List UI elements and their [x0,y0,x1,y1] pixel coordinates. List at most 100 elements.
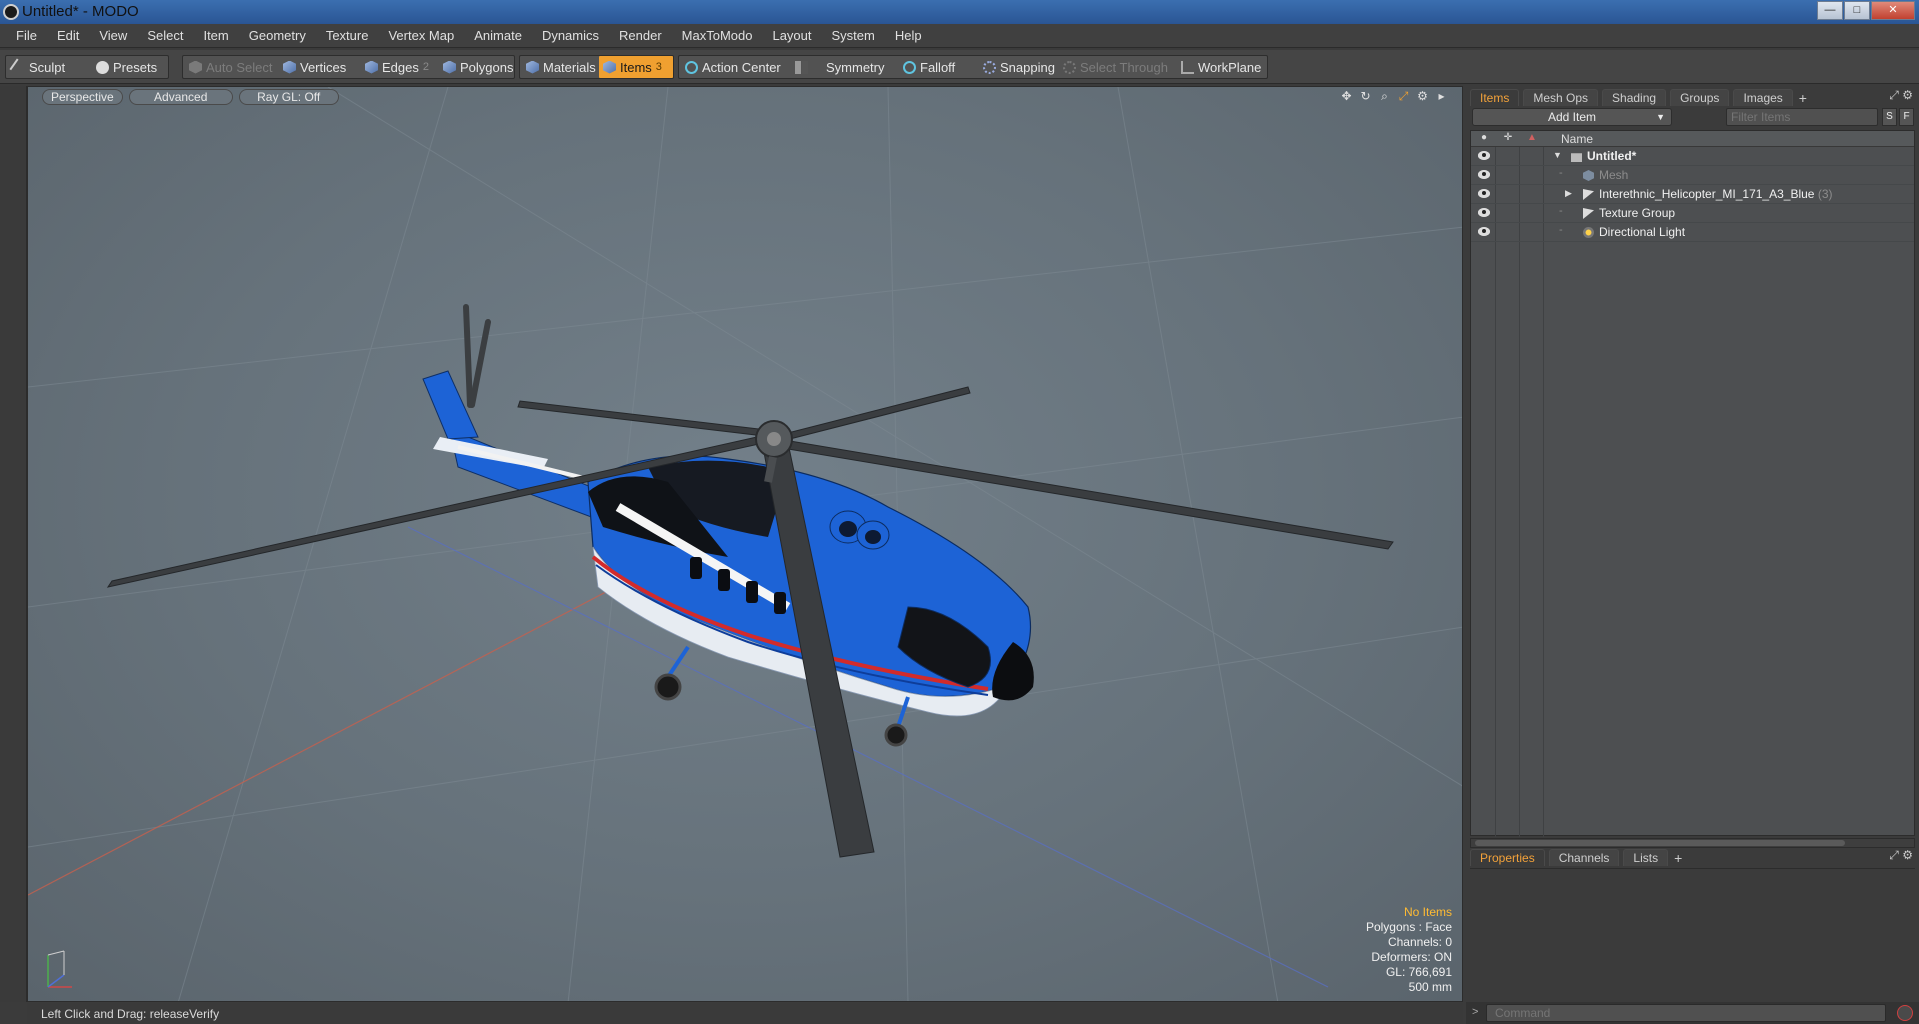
panel-options-icon[interactable]: ⤢ ⚙ [1889,848,1913,863]
expand-arrow-icon[interactable]: ▸ [1435,90,1448,103]
menu-item[interactable]: Item [193,28,238,43]
menu-file[interactable]: File [6,28,47,43]
raygl-tab[interactable]: Ray GL: Off [238,89,339,105]
menu-help[interactable]: Help [885,28,932,43]
eye-icon[interactable] [1478,208,1490,217]
menu-system[interactable]: System [822,28,885,43]
menu-vertex-map[interactable]: Vertex Map [378,28,464,43]
advanced-tab[interactable]: Advanced [128,89,233,105]
tab-lists[interactable]: Lists [1623,849,1669,866]
edges-button[interactable]: Edges 2 [361,56,429,78]
tree-row-directional-light[interactable]: - Directional Light [1471,223,1914,242]
menu-maxtomodo[interactable]: MaxToModo [672,28,763,43]
vertices-label: Vertices [300,59,347,75]
items-count: 3 [655,61,662,73]
workplane-label: WorkPlane [1198,59,1262,75]
visibility-column-icon[interactable]: ● [1477,132,1491,145]
panel-options-icon[interactable]: ⤢ ⚙ [1889,88,1913,103]
snapping-icon [983,60,996,74]
items-tree: ● ✛ ▲ Name ▼ Untitled* - Mesh ▶ Intereth… [1470,130,1915,837]
expand-arrow-icon[interactable]: ▶ [1565,188,1572,199]
helicopter-model[interactable] [106,304,1394,858]
expand-arrow-icon[interactable]: ▼ [1553,150,1562,160]
vertices-icon [283,60,296,74]
eye-icon[interactable] [1478,189,1490,198]
tab-mesh-ops[interactable]: Mesh Ops [1523,89,1599,106]
tab-shading[interactable]: Shading [1602,89,1667,106]
lock-column-icon[interactable]: ✛ [1501,132,1515,145]
menu-bar: File Edit View Select Item Geometry Text… [0,24,1919,48]
command-input[interactable] [1486,1004,1886,1022]
select-through-label: Select Through [1080,59,1168,75]
items-toolbar: Add Item ▼ S F [1470,108,1915,128]
eye-icon[interactable] [1478,170,1490,179]
s-button[interactable]: S [1882,108,1897,126]
maximize-button[interactable]: □ [1844,1,1870,20]
tree-header: ● ✛ ▲ Name [1471,131,1914,147]
add-item-dropdown[interactable]: Add Item ▼ [1472,108,1672,126]
tree-row-helicopter[interactable]: ▶ Interethnic_Helicopter_MI_171_A3_Blue … [1471,185,1914,204]
menu-select[interactable]: Select [137,28,193,43]
add-tab-icon[interactable]: + [1793,90,1813,106]
action-center-button[interactable]: Action Center [681,56,781,78]
polygons-icon [443,60,456,74]
scrollbar-thumb[interactable] [1475,840,1845,846]
command-history-icon[interactable] [1897,1005,1913,1021]
tab-channels[interactable]: Channels [1548,849,1620,866]
tree-label: Texture Group [1599,206,1676,220]
polygons-button[interactable]: Polygons [439,56,513,78]
presets-icon [96,60,109,74]
modo-logo-icon [3,4,19,20]
tree-label-count: (3) [1817,187,1833,201]
gear-icon[interactable]: ⚙ [1416,90,1429,103]
vertices-button[interactable]: Vertices [279,56,346,78]
menu-geometry[interactable]: Geometry [239,28,316,43]
tab-properties[interactable]: Properties [1470,849,1545,866]
perspective-tab[interactable]: Perspective [42,89,123,105]
materials-button[interactable]: Materials [522,56,596,78]
tab-items[interactable]: Items [1470,89,1520,106]
sculpt-button[interactable]: Sculpt [8,56,65,78]
eye-icon[interactable] [1478,151,1490,160]
falloff-button[interactable]: Falloff [899,56,955,78]
workplane-button[interactable]: WorkPlane [1177,56,1261,78]
rotate-icon[interactable]: ↻ [1359,90,1372,103]
chevron-down-icon: ▼ [1656,112,1665,122]
eye-icon[interactable] [1478,227,1490,236]
f-button[interactable]: F [1899,108,1914,126]
menu-texture[interactable]: Texture [316,28,379,43]
select-through-button[interactable]: Select Through [1059,56,1168,78]
menu-view[interactable]: View [89,28,137,43]
tab-groups[interactable]: Groups [1670,89,1730,106]
minimize-button[interactable]: — [1817,1,1843,20]
pan-icon[interactable]: ✥ [1340,90,1353,103]
type-column-icon[interactable]: ▲ [1525,132,1539,145]
name-column-header[interactable]: Name [1561,132,1593,146]
fit-icon[interactable]: ⤢ [1397,90,1410,103]
add-tab-icon[interactable]: + [1668,850,1688,866]
filter-items-input[interactable] [1726,108,1878,126]
menu-render[interactable]: Render [609,28,672,43]
tree-row-texture-group[interactable]: - Texture Group [1471,204,1914,223]
tree-row-mesh[interactable]: - Mesh [1471,166,1914,185]
workplane-icon [1181,60,1194,74]
menu-edit[interactable]: Edit [47,28,89,43]
right-panel: Items Mesh Ops Shading Groups Images + ⤢… [1466,86,1919,1024]
symmetry-button[interactable]: Symmetry [791,56,885,78]
viewport-header: Perspective Advanced Ray GL: Off [28,87,1462,107]
close-button[interactable]: ✕ [1871,1,1915,20]
menu-dynamics[interactable]: Dynamics [532,28,609,43]
tree-row-scene[interactable]: ▼ Untitled* [1471,147,1914,166]
presets-button[interactable]: Presets [92,56,157,78]
snapping-button[interactable]: Snapping [979,56,1055,78]
edges-label: Edges [382,59,419,75]
3d-viewport[interactable]: Perspective Advanced Ray GL: Off ✥ ↻ ⌕ ⤢… [27,86,1463,1002]
materials-items-group: Materials Items 3 [519,55,674,79]
menu-animate[interactable]: Animate [464,28,532,43]
tree-scrollbar[interactable] [1470,838,1915,848]
menu-layout[interactable]: Layout [762,28,821,43]
auto-select-button[interactable]: Auto Select [185,56,273,78]
tab-images[interactable]: Images [1733,89,1793,106]
zoom-icon[interactable]: ⌕ [1378,90,1391,103]
items-button[interactable]: Items 3 [599,56,673,78]
